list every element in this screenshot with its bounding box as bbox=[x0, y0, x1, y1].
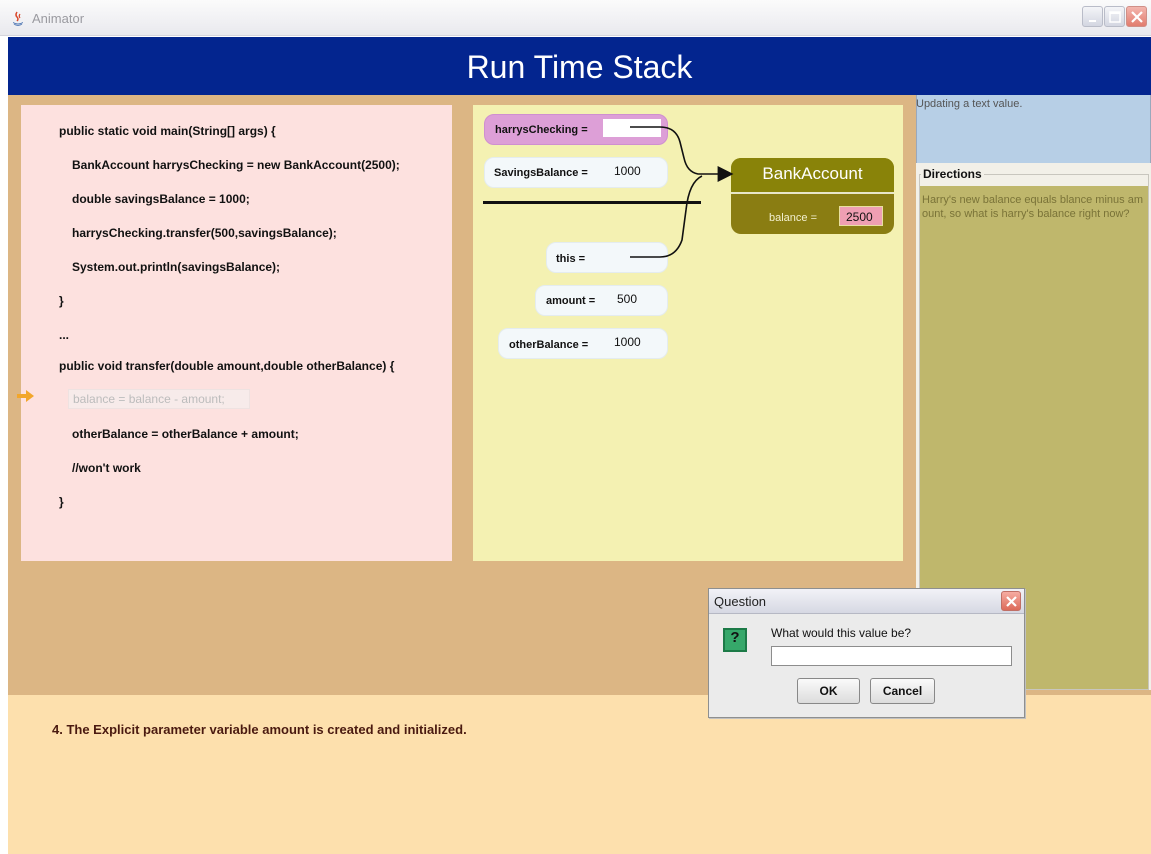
minimize-icon bbox=[1089, 20, 1096, 22]
code-line-transfer-close: } bbox=[59, 495, 64, 509]
code-panel bbox=[21, 105, 452, 561]
minimize-button[interactable] bbox=[1082, 6, 1103, 27]
stack-var-label: otherBalance = bbox=[509, 339, 589, 351]
directions-text: Harry's new balance equals blance minus … bbox=[922, 194, 1143, 220]
window-titlebar[interactable] bbox=[0, 0, 1151, 36]
stack-var-value: 500 bbox=[617, 292, 638, 306]
stack-frame-divider bbox=[483, 201, 701, 204]
stack-var-value: 1000 bbox=[614, 164, 641, 178]
answer-input[interactable] bbox=[771, 646, 1012, 666]
close-window-button[interactable] bbox=[1126, 6, 1147, 27]
code-line-main-signature: public static void main(String[] args) { bbox=[59, 124, 276, 138]
explanation-panel bbox=[8, 695, 1151, 854]
stack-var-label: SavingsBalance = bbox=[494, 167, 588, 179]
code-line-println: System.out.println(savingsBalance); bbox=[72, 260, 281, 274]
object-field-label: balance = bbox=[769, 212, 818, 224]
java-app-icon bbox=[13, 11, 23, 26]
dialog-title: Question bbox=[714, 594, 767, 609]
banner: Run Time Stack bbox=[8, 37, 1151, 95]
step-explanation: 4. The Explicit parameter variable amoun… bbox=[52, 722, 467, 737]
close-icon bbox=[1131, 11, 1143, 23]
code-line-savings-declaration: double savingsBalance = 1000; bbox=[72, 192, 250, 206]
dialog-close-button[interactable] bbox=[1001, 591, 1021, 611]
object-field-value: 2500 bbox=[846, 210, 873, 224]
window-title: Animator bbox=[32, 11, 85, 26]
directions-legend: Directions bbox=[921, 167, 984, 181]
code-line-comment: //won't work bbox=[72, 461, 141, 475]
question-icon-glyph: ? bbox=[730, 629, 740, 646]
code-line-current: balance = balance - amount; bbox=[73, 392, 225, 406]
current-line-arrow-icon bbox=[17, 390, 34, 402]
code-line-ellipsis: ... bbox=[59, 328, 70, 342]
dialog-prompt: What would this value be? bbox=[771, 626, 912, 640]
maximize-icon bbox=[1109, 11, 1121, 23]
code-line-create-account: BankAccount harrysChecking = new BankAcc… bbox=[72, 158, 400, 172]
stack-var-label: harrysChecking = bbox=[495, 124, 588, 136]
banner-title: Run Time Stack bbox=[466, 49, 693, 85]
stack-var-label: this = bbox=[556, 253, 586, 265]
code-line-transfer-signature: public void transfer(double amount,doubl… bbox=[59, 359, 395, 373]
reference-box bbox=[603, 119, 661, 137]
code-line-transfer-call: harrysChecking.transfer(500,savingsBalan… bbox=[72, 226, 337, 240]
code-line-main-close: } bbox=[59, 294, 64, 308]
stack-var-label: amount = bbox=[546, 295, 596, 307]
object-class-name: BankAccount bbox=[762, 164, 863, 183]
ok-button[interactable]: OK bbox=[797, 678, 860, 704]
stack-var-value: 1000 bbox=[614, 335, 641, 349]
status-text: Updating a text value. bbox=[916, 98, 1023, 110]
object-divider bbox=[731, 192, 894, 194]
cancel-button[interactable]: Cancel bbox=[870, 678, 935, 704]
close-icon bbox=[1006, 596, 1017, 607]
maximize-button[interactable] bbox=[1104, 6, 1125, 27]
code-line-other-balance: otherBalance = otherBalance + amount; bbox=[72, 427, 299, 441]
